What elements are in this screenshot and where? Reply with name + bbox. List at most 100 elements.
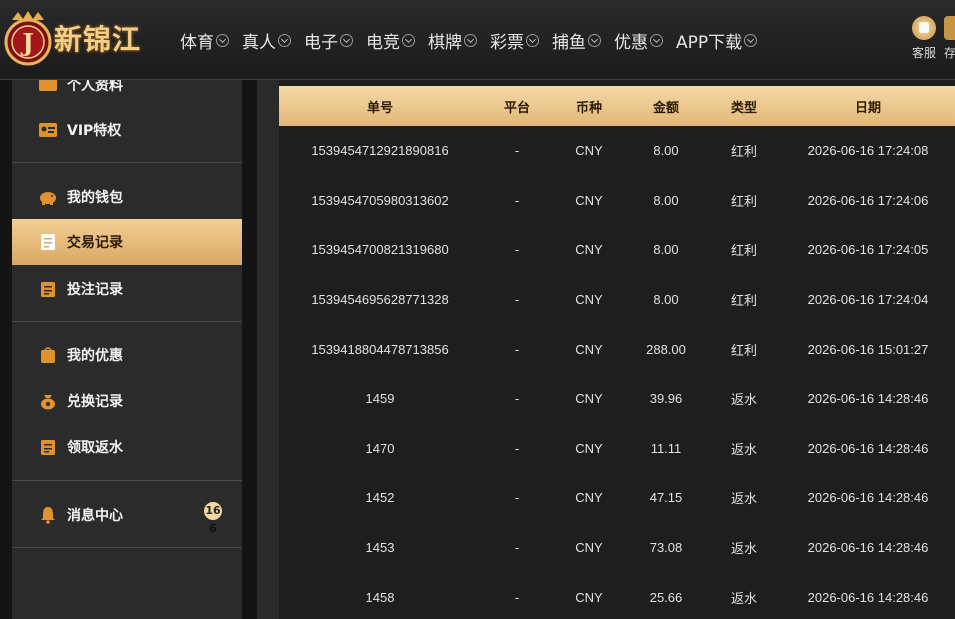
sidebar-item-label: 我的优惠 [67, 348, 123, 364]
nav-label: 体育 [180, 33, 214, 53]
sidebar-item-label: 领取返水 [67, 440, 123, 456]
cell-platform: - [514, 440, 520, 456]
nav-promotions[interactable]: 优惠 [614, 28, 663, 53]
table-row: 1539454695628771328 - CNY 8.00 红利 2026-06-16 … [279, 275, 955, 325]
gift-bag-icon [38, 346, 58, 364]
cell-amount: 8.00 [653, 242, 679, 258]
sidebar-item-vip[interactable]: VIP特权 [12, 107, 242, 153]
cell-type: 红利 [730, 293, 757, 309]
unread-count-sub: 6 [209, 522, 217, 535]
table-header: 单号 平台 币种 金额 类型 日期 [279, 86, 955, 126]
sidebar-divider [12, 162, 242, 163]
cell-amount: 11.11 [650, 440, 682, 456]
table-row: 1459 - CNY 39.96 返水 2026-06-16 14:28:46 [279, 374, 955, 424]
cell-currency: CNY [575, 242, 603, 258]
cell-order-no: 1470 [365, 440, 395, 456]
table-row: 1458 - CNY 25.66 返水 2026-06-16 14:28:46 [279, 572, 955, 619]
cell-platform: - [514, 143, 520, 159]
cell-platform: - [514, 540, 520, 556]
table-row: 1539454712921890816 - CNY 8.00 红利 2026-06-16 … [279, 126, 955, 176]
table-row: 1470 - CNY 11.11 返水 2026-06-16 14:28:46 [279, 424, 955, 474]
cell-platform: - [514, 341, 520, 357]
cell-amount: 47.15 [649, 490, 683, 506]
cell-order-no: 1539454705980313602 [311, 192, 449, 208]
bell-icon [38, 506, 58, 524]
cell-date: 2026-06-16 14:28:46 [807, 540, 929, 556]
sidebar-item-label: 我的钱包 [67, 190, 123, 206]
sidebar-item-transactions[interactable]: 交易记录 [12, 219, 242, 265]
nav-label: APP下载 [676, 33, 743, 53]
cell-date: 2026-06-16 14:28:46 [807, 490, 929, 506]
account-sidebar: 个人资料 VIP特权 我的钱包 交易记录 投注记录 我的优惠 兑换记录 领取返水… [12, 80, 242, 619]
cell-order-no: 1539418804478713856 [311, 341, 449, 357]
nav-card-games[interactable]: 棋牌 [428, 28, 477, 53]
cell-order-no: 1539454700821319680 [311, 242, 449, 258]
svg-text:J: J [20, 28, 33, 57]
cell-date: 2026-06-16 15:01:27 [807, 341, 929, 357]
unread-count-badge: 16 [204, 502, 222, 520]
column-header-date: 日期 [854, 100, 881, 116]
chevron-down-icon [744, 34, 758, 47]
id-card-icon [38, 80, 58, 94]
customer-service-button[interactable]: 客服 [906, 16, 942, 61]
table-row: 1539454700821319680 - CNY 8.00 红利 2026-06-16 … [279, 225, 955, 275]
cell-platform: - [514, 490, 520, 506]
piggy-bank-icon [38, 188, 58, 206]
nav-esports[interactable]: 电竞 [366, 28, 415, 53]
nav-app-download[interactable]: APP下载 [676, 28, 758, 53]
cell-currency: CNY [575, 391, 603, 407]
sidebar-item-label: 个人资料 [67, 80, 123, 94]
cell-type: 红利 [730, 342, 757, 358]
sidebar-item-claim-rebate[interactable]: 领取返水 [12, 424, 242, 470]
content-scroll-strip [257, 80, 279, 619]
chevron-down-icon [402, 34, 415, 47]
money-bag-icon [38, 392, 58, 410]
sidebar-item-profile[interactable]: 个人资料 [12, 80, 242, 108]
sidebar-item-label: 交易记录 [67, 235, 123, 251]
cell-currency: CNY [575, 589, 603, 605]
cell-type: 返水 [730, 491, 757, 507]
nav-sports[interactable]: 体育 [180, 28, 229, 53]
cell-currency: CNY [575, 440, 603, 456]
sidebar-item-redemption-records[interactable]: 兑换记录 [12, 378, 242, 424]
sidebar-item-bet-records[interactable]: 投注记录 [12, 266, 242, 312]
cell-platform: - [514, 391, 520, 407]
cell-type: 返水 [730, 392, 757, 408]
sidebar-item-label: 投注记录 [67, 282, 123, 298]
sidebar-item-wallet[interactable]: 我的钱包 [12, 174, 242, 220]
cell-order-no: 1539454695628771328 [311, 292, 449, 308]
chat-icon [912, 16, 936, 40]
chevron-down-icon [650, 34, 663, 47]
column-header-platform: 平台 [503, 100, 530, 116]
cell-order-no: 1458 [365, 589, 395, 605]
cell-order-no: 1453 [365, 540, 395, 556]
brand-logo[interactable]: J 新锦江 [0, 6, 165, 70]
sidebar-item-message-center[interactable]: 消息中心 16 6 [12, 492, 242, 538]
cell-currency: CNY [575, 540, 603, 556]
main-nav: 体育 真人 电子 电竞 棋牌 彩票 捕鱼 优惠 APP下载 [180, 28, 770, 53]
chevron-down-icon [278, 34, 291, 47]
brand-name: 新锦江 [54, 23, 142, 56]
nav-slots[interactable]: 电子 [304, 28, 353, 53]
nav-label: 真人 [242, 33, 276, 53]
cell-currency: CNY [575, 192, 603, 208]
cell-currency: CNY [575, 143, 603, 159]
cell-order-no: 1459 [365, 391, 395, 407]
nav-label: 优惠 [614, 33, 648, 53]
cell-amount: 39.96 [649, 391, 683, 407]
deposit-button[interactable]: 存 [944, 16, 955, 61]
sidebar-divider [12, 480, 242, 481]
transaction-table: 单号 平台 币种 金额 类型 日期 1539454712921890816 - CN… [279, 80, 955, 619]
cell-amount: 25.66 [649, 589, 683, 605]
cell-type: 返水 [730, 541, 757, 557]
nav-fishing[interactable]: 捕鱼 [552, 28, 601, 53]
nav-lottery[interactable]: 彩票 [490, 28, 539, 53]
chevron-down-icon [216, 34, 229, 47]
sidebar-item-my-promotions[interactable]: 我的优惠 [12, 332, 242, 378]
table-row: 1453 - CNY 73.08 返水 2026-06-16 14:28:46 [279, 523, 955, 573]
nav-live-casino[interactable]: 真人 [242, 28, 291, 53]
cell-platform: - [514, 192, 520, 208]
sidebar-divider [12, 321, 242, 322]
deposit-label: 存 [944, 46, 955, 60]
column-header-amount: 金额 [652, 100, 679, 116]
